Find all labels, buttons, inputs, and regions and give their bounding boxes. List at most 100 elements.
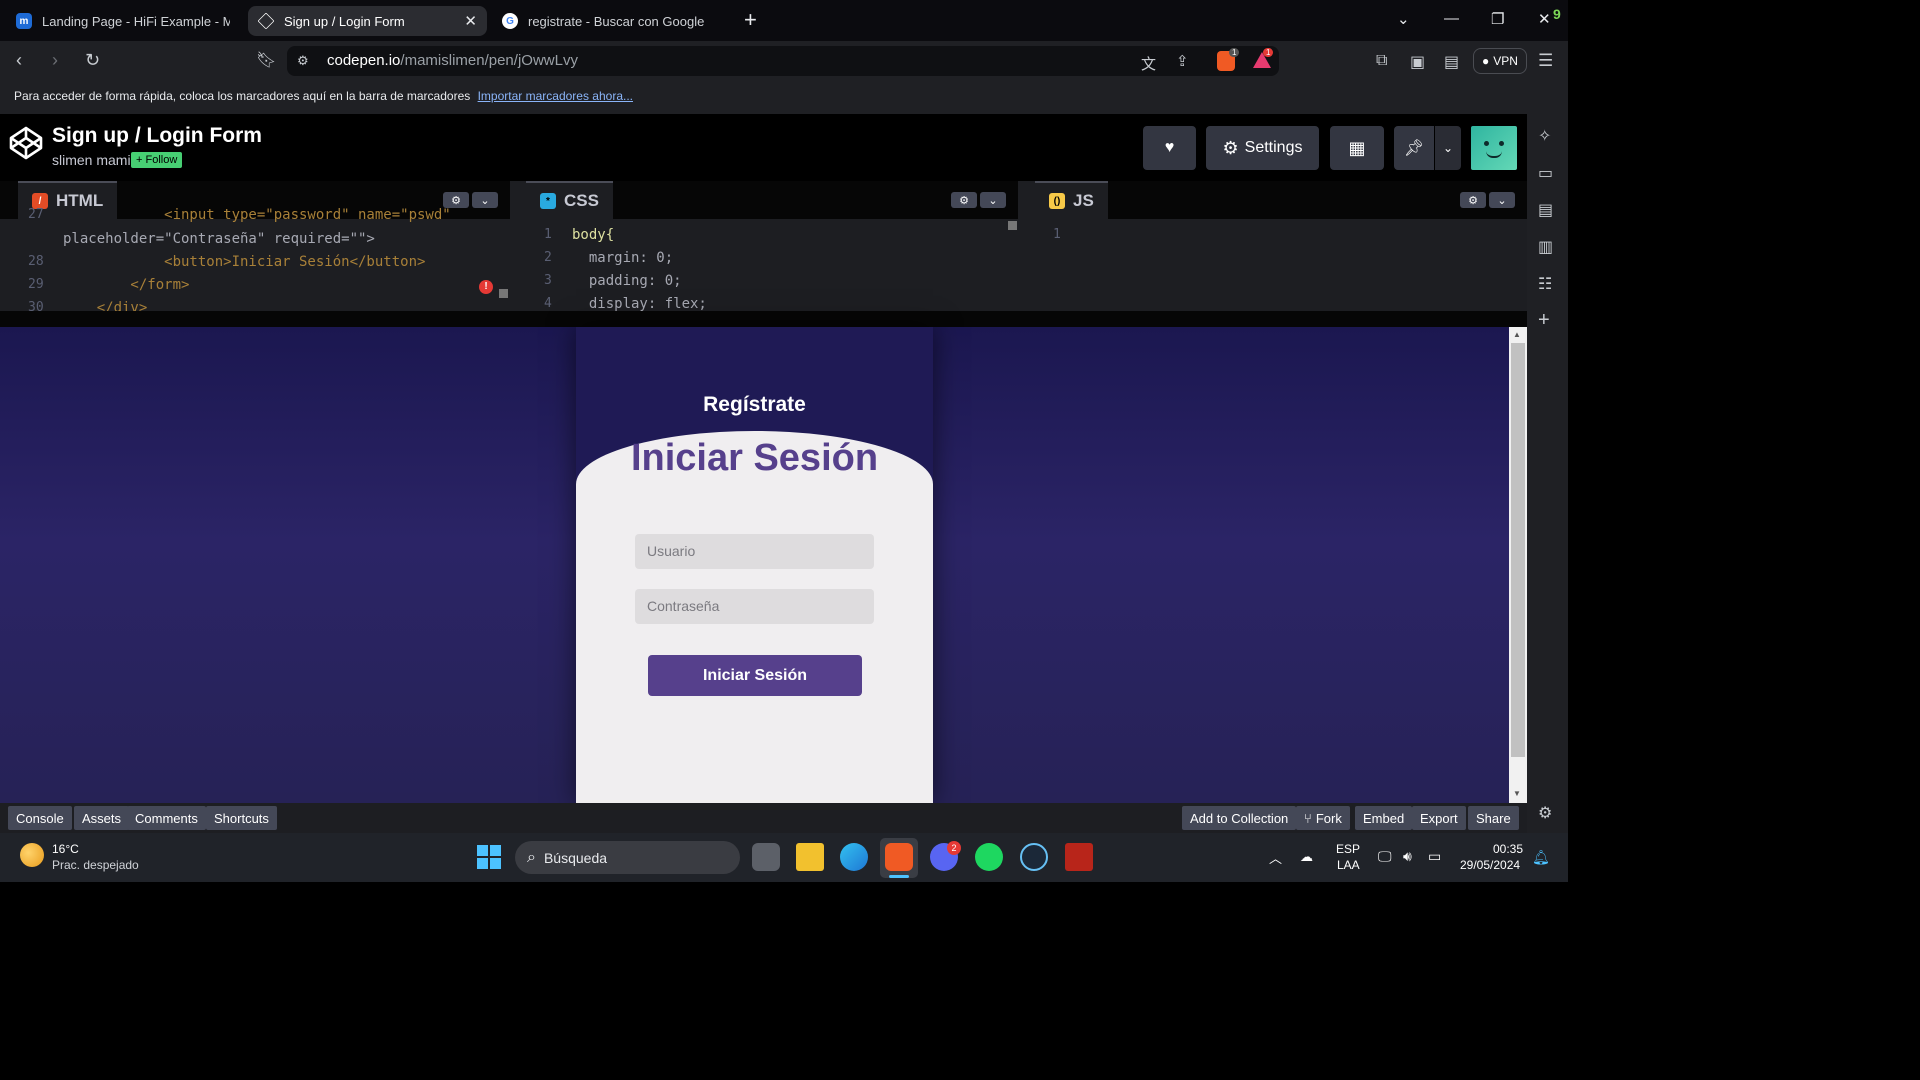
weather-condition[interactable]: Prac. despejado [52,858,139,872]
site-info-icon[interactable]: ⚙︎ [297,53,309,69]
reading-list-icon[interactable]: ☷ [1538,274,1552,294]
js-collapse-button[interactable]: ⌄ [1489,192,1515,208]
spotify-icon[interactable] [975,843,1003,871]
sidebar-settings-icon[interactable]: ⚙ [1538,803,1552,823]
tab-title: registrate - Buscar con Google [528,13,705,29]
signup-heading[interactable]: Regístrate [576,393,933,417]
fork-button[interactable]: ⑂ Fork [1296,806,1350,830]
pin-dropdown-button[interactable]: ⌄ [1435,126,1461,170]
close-tab-icon[interactable]: ✕ [464,12,477,30]
weather-moon-icon[interactable] [20,843,44,867]
pen-title[interactable]: Sign up / Login Form [52,124,262,148]
google-icon: G [502,13,518,29]
pin-button[interactable]: 📌︎ [1394,126,1434,170]
assets-button[interactable]: Assets [74,806,130,830]
tab-search-chevron-icon[interactable]: ⌄ [1397,10,1410,28]
active-app-indicator [889,875,909,878]
notifications-bell-icon[interactable]: 🔔︎ [1532,849,1550,866]
shortcuts-button[interactable]: Shortcuts [206,806,277,830]
preview-scroll-thumb[interactable] [1511,343,1525,757]
username-input[interactable]: Usuario [635,534,874,569]
sidebar-wallet-icon[interactable]: ▤ [1538,200,1553,220]
restore-button[interactable]: ❐ [1491,10,1504,28]
html-collapse-button[interactable]: ⌄ [472,192,498,208]
menu-icon[interactable]: ☰ [1538,51,1553,71]
clock-date[interactable]: 29/05/2024 [1460,858,1520,872]
tab-codepen[interactable]: Sign up / Login Form ✕ [248,6,487,36]
tab-google[interactable]: G registrate - Buscar con Google [492,6,724,36]
tab-moqups[interactable]: m Landing Page - HiFi Example - Moqups [6,6,240,36]
css-editor-panel: * CSS ⚙ ⌄ 1 body{ 2 margin: 0; 3 padding… [526,181,1018,311]
network-icon[interactable]: 🖵︎ [1378,848,1392,865]
vpn-button[interactable]: ● VPN [1473,48,1527,74]
translate-icon[interactable]: 文 [1141,53,1156,74]
import-bookmarks-link[interactable]: Importar marcadores ahora... [478,89,633,103]
steam-icon[interactable] [1020,843,1048,871]
css-settings-button[interactable]: ⚙ [951,192,977,208]
weather-temp[interactable]: 16°C [52,842,79,856]
bookmark-icon[interactable]: 🔖︎ [256,50,276,70]
login-submit-button[interactable]: Iniciar Sesión [648,655,862,696]
user-avatar[interactable] [1471,126,1517,170]
export-button[interactable]: Export [1412,806,1466,830]
layout-grid-icon: ▦ [1348,137,1366,158]
pen-author[interactable]: slimen mami [52,152,131,168]
news-icon[interactable]: ▭ [1538,163,1553,183]
share-button[interactable]: Share [1468,806,1519,830]
follow-button[interactable]: + Follow [131,152,183,168]
reload-button[interactable]: ↻ [85,50,100,71]
scroll-down-arrow-icon[interactable]: ▼ [1513,789,1521,798]
scroll-up-arrow-icon[interactable]: ▲ [1513,330,1521,339]
sidebar-toggle-icon[interactable]: ▣ [1410,52,1425,72]
comments-button[interactable]: Comments [127,806,206,830]
input-layout[interactable]: LAA [1337,858,1360,872]
css-scroll-thumb[interactable] [1008,221,1017,230]
css-code[interactable]: 1 body{ 2 margin: 0; 3 padding: 0; 4 dis… [526,219,1018,311]
volume-icon[interactable]: 🔊︎ [1403,848,1412,865]
add-sidebar-item-icon[interactable]: + [1538,309,1550,332]
embed-button[interactable]: Embed [1355,806,1413,830]
new-tab-button[interactable]: + [744,9,757,31]
bookmarks-hint: Para acceder de forma rápida, coloca los… [14,89,471,103]
login-heading[interactable]: Iniciar Sesión [576,437,933,480]
html-code[interactable]: 27 <input type="password" name="pswd" pl… [0,207,510,311]
minimize-button[interactable]: — [1444,10,1459,27]
extensions-icon[interactable]: ⧉ [1376,52,1387,70]
leo-ai-icon[interactable]: ✧ [1538,126,1551,146]
console-button[interactable]: Console [8,806,72,830]
tray-overflow-icon[interactable]: ︿ [1269,848,1282,867]
battery-icon[interactable]: ▭ [1428,848,1441,865]
windows-start-icon[interactable] [477,845,501,869]
forward-button[interactable]: › [52,50,58,71]
html-settings-button[interactable]: ⚙ [443,192,469,208]
editor-resize-handle[interactable] [0,311,1527,327]
css-collapse-button[interactable]: ⌄ [980,192,1006,208]
task-view-icon[interactable] [752,843,780,871]
share-icon[interactable]: ⇪ [1176,52,1189,70]
settings-button[interactable]: ⚙ Settings [1206,126,1319,170]
wallet-icon[interactable]: ▤ [1444,52,1459,72]
js-settings-button[interactable]: ⚙ [1460,192,1486,208]
brave-browser-icon[interactable] [885,843,913,871]
codepen-logo-icon[interactable] [8,125,44,161]
onedrive-icon[interactable]: ☁ [1300,849,1313,865]
css-editor-tab[interactable]: * CSS [526,181,613,219]
input-language[interactable]: ESP [1336,842,1360,856]
add-to-collection-button[interactable]: Add to Collection [1182,806,1297,830]
js-code[interactable]: 1 [1035,219,1527,311]
html-scroll-thumb[interactable] [499,289,508,298]
back-button[interactable]: ‹ [16,50,22,71]
taskbar-search[interactable]: ⌕ Búsqueda [515,841,740,874]
change-view-button[interactable]: ▦ [1330,126,1384,170]
like-button[interactable]: ♥ [1143,126,1196,170]
js-editor-tab[interactable]: () JS [1035,181,1108,219]
file-explorer-icon[interactable] [796,843,824,871]
url-text[interactable]: codepen.io/mamislimen/pen/jOwwLvy [327,52,578,69]
dota2-icon[interactable] [1065,843,1093,871]
password-input[interactable]: Contraseña [635,589,874,624]
edge-icon[interactable] [840,843,868,871]
clock-time[interactable]: 00:35 [1493,842,1523,856]
close-window-button[interactable]: ✕ [1538,10,1551,28]
bookmarks-panel-icon[interactable]: ▥ [1538,237,1553,257]
error-icon[interactable]: ! [479,280,493,294]
